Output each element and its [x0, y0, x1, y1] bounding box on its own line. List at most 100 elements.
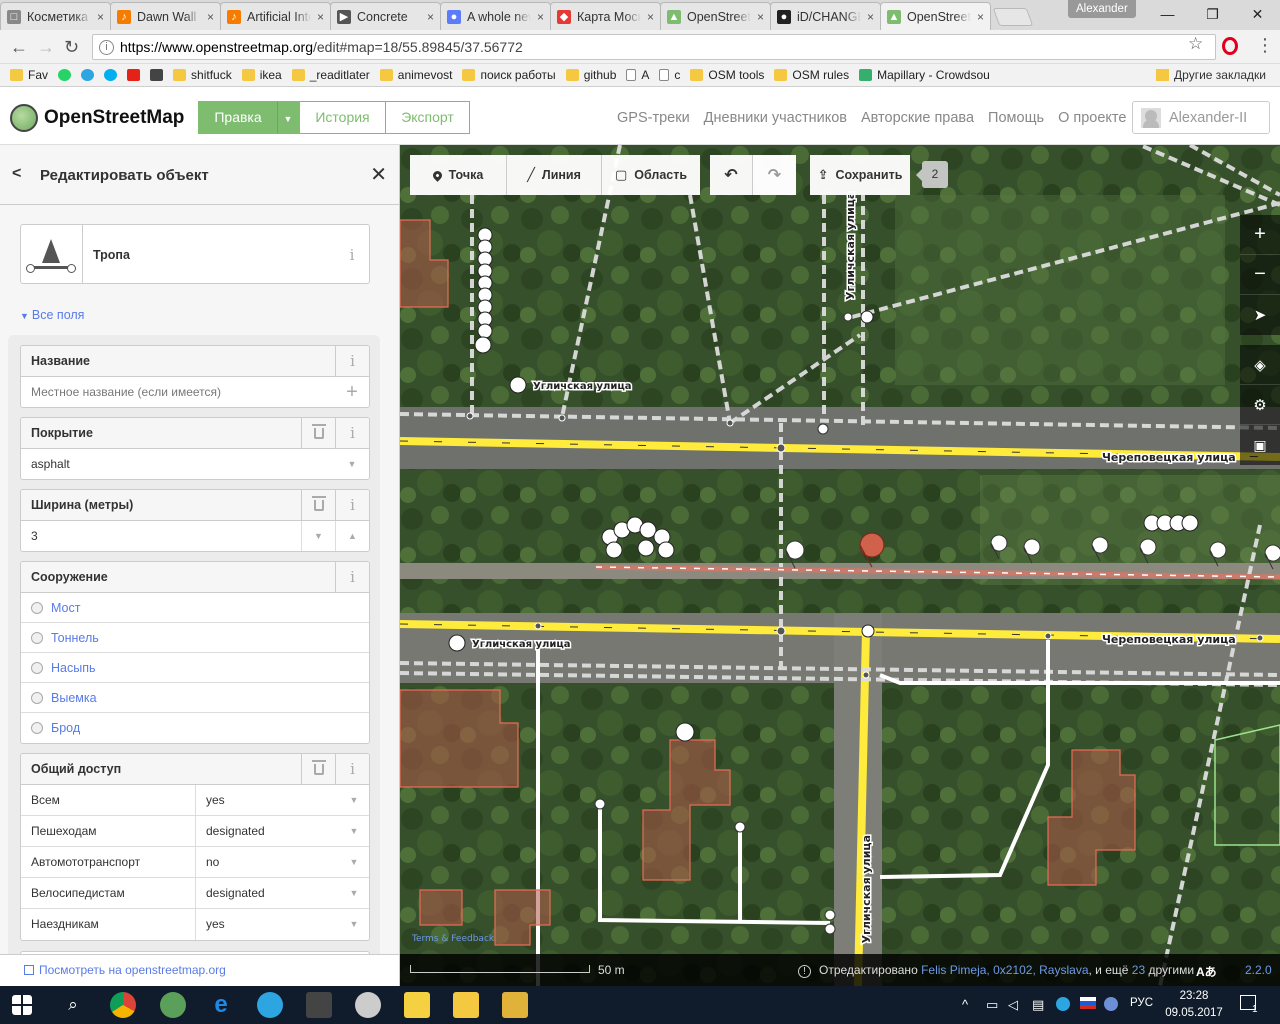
- osm-logo[interactable]: OpenStreetMap: [10, 104, 184, 132]
- browser-tab[interactable]: ♪ Dawn Wall ×: [110, 2, 221, 30]
- field-info-icon[interactable]: i: [335, 754, 369, 785]
- sticky-notes-icon[interactable]: [404, 992, 430, 1018]
- map-data-icon[interactable]: ⚙: [1240, 385, 1280, 425]
- chevron-down-icon[interactable]: ▼: [335, 459, 369, 469]
- layers-icon[interactable]: ◈: [1240, 345, 1280, 385]
- bookmark-item[interactable]: [127, 69, 141, 81]
- bookmark-item[interactable]: Fav: [10, 68, 48, 82]
- russian-flag-icon[interactable]: [1080, 997, 1096, 1009]
- bookmark-item[interactable]: поиск работы: [462, 68, 556, 82]
- delete-field-button[interactable]: [301, 754, 335, 785]
- minimize-button[interactable]: —: [1145, 0, 1190, 28]
- close-window-button[interactable]: ✕: [1235, 0, 1280, 28]
- link-diaries[interactable]: Дневники участников: [704, 110, 847, 126]
- access-value-combo[interactable]: yes: [196, 785, 339, 815]
- language-icon[interactable]: Aあ: [1196, 963, 1217, 980]
- add-line-button[interactable]: ╱ Линия: [507, 155, 602, 195]
- battery-icon[interactable]: ▭: [986, 997, 998, 1013]
- chevron-down-icon[interactable]: ▼: [339, 847, 369, 877]
- browser-tab[interactable]: ▲ OpenStreetMap ×: [880, 2, 991, 30]
- link-help[interactable]: Помощь: [988, 110, 1044, 126]
- view-on-osm-link[interactable]: Посмотреть на openstreetmap.org: [0, 954, 399, 986]
- field-info-icon[interactable]: i: [335, 562, 369, 593]
- reload-button[interactable]: ↻: [64, 37, 79, 57]
- warning-icon[interactable]: !: [798, 965, 811, 978]
- bookmark-item[interactable]: [58, 69, 72, 81]
- browser-tab[interactable]: ♪ Artificial Intelligence ×: [220, 2, 331, 30]
- info-icon[interactable]: i: [99, 39, 114, 55]
- browser-tab[interactable]: □ Косметика ×: [0, 2, 111, 30]
- notepad-icon[interactable]: [502, 992, 528, 1018]
- edit-button[interactable]: Правка: [198, 101, 278, 134]
- contributor-links[interactable]: Felis Pimeja, 0x2102, Rayslava: [921, 963, 1088, 977]
- redo-button[interactable]: ↷: [753, 155, 796, 195]
- field-info-icon[interactable]: i: [335, 346, 369, 377]
- tab-close-icon[interactable]: ×: [977, 10, 984, 24]
- more-contributors-link[interactable]: 23: [1132, 963, 1145, 977]
- globe-app-icon[interactable]: [160, 992, 186, 1018]
- version-link[interactable]: 2.2.0: [1245, 963, 1272, 977]
- link-gps-traces[interactable]: GPS-треки: [617, 110, 690, 126]
- chevron-down-icon[interactable]: ▼: [339, 878, 369, 908]
- field-info-icon[interactable]: i: [335, 418, 369, 449]
- bookmark-item[interactable]: _readitlater: [291, 68, 370, 82]
- structure-option[interactable]: Насыпь: [21, 653, 369, 683]
- telegram-tray-icon[interactable]: [1056, 997, 1070, 1011]
- surface-combo[interactable]: asphalt: [21, 457, 335, 471]
- tab-close-icon[interactable]: ×: [867, 10, 874, 24]
- start-icon[interactable]: [12, 995, 32, 1015]
- radio-button[interactable]: [31, 631, 43, 644]
- access-value-combo[interactable]: designated: [196, 816, 339, 846]
- bookmark-item[interactable]: github: [565, 68, 616, 82]
- tab-close-icon[interactable]: ×: [757, 10, 764, 24]
- structure-option[interactable]: Брод: [21, 713, 369, 743]
- browser-tab[interactable]: ● A whole new ×: [440, 2, 551, 30]
- zoom-in-icon[interactable]: +: [1240, 215, 1280, 255]
- link-copyright[interactable]: Авторские права: [861, 110, 974, 126]
- radio-button[interactable]: [31, 691, 43, 704]
- search-icon[interactable]: ⌕: [60, 992, 86, 1018]
- network-icon[interactable]: ▤: [1032, 997, 1044, 1013]
- export-button[interactable]: Экспорт: [385, 101, 470, 134]
- delete-field-button[interactable]: [301, 490, 335, 521]
- structure-option[interactable]: Мост: [21, 593, 369, 623]
- all-fields-toggle[interactable]: ▼ Все поля: [20, 308, 84, 322]
- browser-tab[interactable]: ◆ Карта Москвы ×: [550, 2, 661, 30]
- opera-extension-icon[interactable]: [1222, 37, 1238, 55]
- file-explorer-icon[interactable]: [453, 992, 479, 1018]
- bookmark-item[interactable]: c: [659, 68, 680, 82]
- radio-button[interactable]: [31, 601, 43, 614]
- browser-tab[interactable]: ▲ OpenStreetMap ×: [660, 2, 771, 30]
- chevron-down-icon[interactable]: ▼: [339, 909, 369, 940]
- clock[interactable]: 23:28 09.05.2017: [1162, 988, 1226, 1022]
- tab-close-icon[interactable]: ×: [537, 10, 544, 24]
- scale-bar[interactable]: [410, 965, 590, 973]
- browser-menu-icon[interactable]: ⋮: [1256, 36, 1274, 54]
- access-value-combo[interactable]: no: [196, 847, 339, 877]
- link-about[interactable]: О проекте: [1058, 110, 1126, 126]
- other-bookmarks[interactable]: Другие закладки: [1156, 68, 1266, 82]
- browser-tab[interactable]: ● iD/CHANGELOG ×: [770, 2, 881, 30]
- map-svg[interactable]: Череповецкая улица Череповецкая улица Уг…: [400, 145, 1280, 986]
- input-language[interactable]: РУС: [1130, 997, 1153, 1009]
- map-canvas[interactable]: Череповецкая улица Череповецкая улица Уг…: [400, 145, 1280, 986]
- back-to-presets-icon[interactable]: <: [12, 165, 21, 183]
- undo-button[interactable]: ↶: [710, 155, 753, 195]
- radio-button[interactable]: [31, 722, 43, 734]
- chrome-icon[interactable]: [110, 992, 136, 1018]
- profile-chip[interactable]: Alexander: [1068, 0, 1136, 18]
- close-icon[interactable]: ✕: [370, 162, 387, 187]
- add-localized-name-icon[interactable]: +: [335, 381, 369, 404]
- chevron-down-icon[interactable]: ▼: [339, 816, 369, 846]
- tab-close-icon[interactable]: ×: [427, 10, 434, 24]
- decrement-icon[interactable]: ▼: [301, 521, 335, 551]
- add-area-button[interactable]: ▢ Область: [602, 155, 700, 195]
- structure-option[interactable]: Тоннель: [21, 623, 369, 653]
- chevron-down-icon[interactable]: ▼: [339, 785, 369, 815]
- tab-close-icon[interactable]: ×: [317, 10, 324, 24]
- back-button[interactable]: ←: [10, 37, 28, 57]
- history-button[interactable]: История: [299, 101, 386, 134]
- bookmark-item[interactable]: Mapillary - Crowdsou: [859, 68, 990, 82]
- zoom-out-icon[interactable]: −: [1240, 255, 1280, 295]
- preset-selector[interactable]: Тропа i: [20, 224, 370, 284]
